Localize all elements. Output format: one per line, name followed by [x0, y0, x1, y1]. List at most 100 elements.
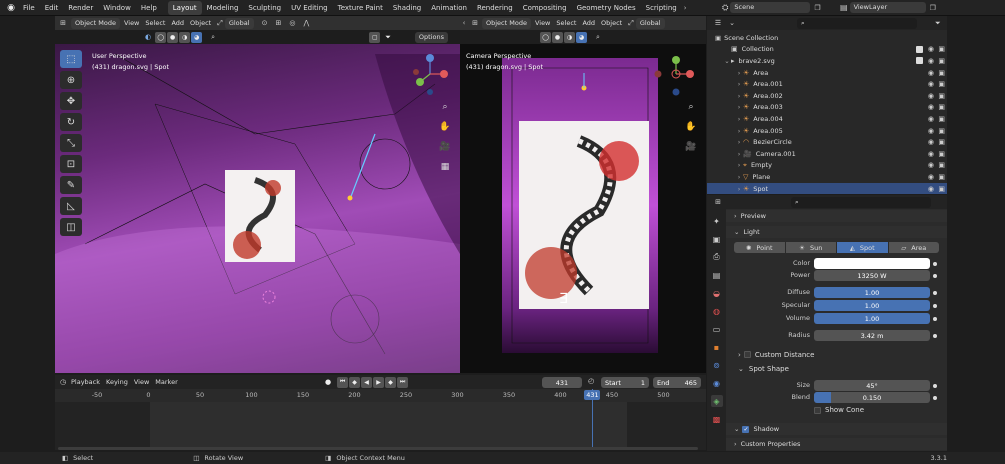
menu-object[interactable]: Object [601, 19, 622, 27]
blend-slider[interactable]: 0.150 [814, 392, 930, 403]
tool-tab-icon[interactable]: ✦ [711, 215, 723, 227]
render-camera-icon[interactable]: ▣ [938, 161, 945, 169]
shading-rendered-icon[interactable]: ◕ [576, 31, 587, 43]
blender-logo-icon[interactable]: ◉ [4, 3, 18, 13]
display-mode-icon[interactable]: ⌄ [725, 19, 739, 27]
tab-rendering[interactable]: Rendering [472, 1, 518, 15]
render-camera-icon[interactable]: ▣ [938, 115, 945, 123]
light-section[interactable]: ⌄ Light [726, 226, 947, 238]
current-frame-field[interactable]: 431 [542, 377, 582, 388]
tab-scripting[interactable]: Scripting [641, 1, 682, 15]
world-tab-icon[interactable]: ◍ [711, 305, 723, 317]
outliner-row-collection[interactable]: ▣ Collection ◉ ▣ [707, 44, 947, 56]
outliner-row-area[interactable]: › ☀ Area ◉ ▣ [707, 67, 947, 79]
chevron-right-icon[interactable]: › [735, 161, 743, 169]
ortho-grid-icon[interactable]: ▦ [438, 160, 452, 174]
transform-dropdown[interactable]: Global [635, 17, 665, 29]
light-type-area[interactable]: ▱ Area [888, 242, 939, 253]
shading-solid-icon[interactable]: ● [167, 31, 179, 43]
timeline-menu-view[interactable]: View [134, 378, 149, 386]
properties-search-input[interactable]: ⌕ [791, 196, 931, 208]
timeline-track[interactable] [55, 389, 706, 450]
preview-section[interactable]: › Preview [726, 210, 947, 222]
chevron-right-icon[interactable]: › [735, 138, 743, 146]
render-camera-icon[interactable]: ▣ [938, 138, 945, 146]
chevron-right-icon[interactable]: › [684, 4, 687, 12]
navigation-gizmo-right[interactable] [652, 52, 698, 96]
chevron-right-icon[interactable]: › [735, 69, 743, 77]
eye-icon[interactable]: ◉ [928, 57, 934, 65]
outliner-row-beziercircle[interactable]: › ◠ BezierCircle ◉ ▣ [707, 136, 947, 148]
copy-icon[interactable]: ❐ [930, 4, 936, 12]
jump-start-icon[interactable]: ⏮ [337, 376, 349, 388]
editor-type-icon[interactable]: ☰ [711, 19, 725, 27]
timeline-menu-marker[interactable]: Marker [155, 378, 177, 386]
editor-type-icon[interactable]: ⊞ [55, 19, 71, 27]
chevron-right-icon[interactable]: › [735, 127, 743, 135]
eye-icon[interactable]: ◉ [928, 173, 934, 181]
modifier-tab-icon[interactable]: ⊚ [711, 359, 723, 371]
view-layer-tab-icon[interactable]: ▤ [711, 269, 723, 281]
scale-tool-icon[interactable]: ⤡ [60, 134, 82, 152]
mode-dropdown[interactable]: Object Mode [71, 17, 120, 29]
menu-object[interactable]: Object [190, 19, 211, 27]
collection-tab-icon[interactable]: ▭ [711, 323, 723, 335]
chevron-right-icon[interactable]: › [735, 185, 743, 193]
chevron-right-icon[interactable]: › [735, 150, 743, 158]
eye-icon[interactable]: ◉ [928, 127, 934, 135]
transform-tool-icon[interactable]: ⊡ [60, 155, 82, 173]
shading-wireframe-icon[interactable]: ◯ [540, 31, 551, 43]
keyframe-dot[interactable] [933, 317, 937, 321]
chevron-right-icon[interactable]: › [735, 103, 743, 111]
select-box-tool-icon[interactable]: ⬚ [60, 50, 82, 68]
copy-icon[interactable]: ❐ [814, 4, 820, 12]
menu-window[interactable]: Window [98, 0, 136, 16]
scene-collection-row[interactable]: ▣ Scene Collection [707, 32, 947, 44]
eye-icon[interactable]: ◉ [928, 115, 934, 123]
gizmo-toggle-icon[interactable]: ◐ [145, 33, 151, 41]
scene-tab-icon[interactable]: ◒ [711, 287, 723, 299]
diffuse-field[interactable]: 1.00 [814, 287, 930, 298]
tab-animation[interactable]: Animation [426, 1, 472, 15]
snap-icon[interactable]: ⊞ [275, 19, 281, 27]
rotate-tool-icon[interactable]: ↻ [60, 113, 82, 131]
menu-edit[interactable]: Edit [40, 0, 64, 16]
render-tab-icon[interactable]: ▣ [711, 233, 723, 245]
outliner-row-area-004[interactable]: › ☀ Area.004 ◉ ▣ [707, 113, 947, 125]
render-camera-icon[interactable]: ▣ [938, 185, 945, 193]
keyframe-dot[interactable] [933, 262, 937, 266]
scene-selector[interactable]: ⛭ Scene ❐ [722, 2, 825, 13]
menu-add[interactable]: Add [582, 19, 595, 27]
specular-field[interactable]: 1.00 [814, 300, 930, 311]
menu-view[interactable]: View [124, 19, 139, 27]
light-type-spot[interactable]: ◭ Spot [837, 242, 888, 253]
outliner-row-area-005[interactable]: › ☀ Area.005 ◉ ▣ [707, 125, 947, 137]
custom-properties-section[interactable]: › Custom Properties [726, 438, 947, 450]
next-keyframe-icon[interactable]: ◆ [385, 376, 397, 388]
shading-solid-icon[interactable]: ● [552, 31, 563, 43]
light-data-tab-icon[interactable]: ◈ [710, 395, 723, 407]
dragon-image-plane[interactable] [225, 170, 295, 262]
tab-compositing[interactable]: Compositing [518, 1, 572, 15]
menu-file[interactable]: File [18, 0, 40, 16]
pan-hand-icon[interactable]: ✋ [684, 120, 698, 134]
zoom-icon[interactable]: ⌕ [684, 100, 698, 114]
tab-geometry-nodes[interactable]: Geometry Nodes [572, 1, 641, 15]
pivot-icon[interactable]: ⊙ [262, 19, 268, 27]
color-swatch[interactable] [814, 258, 930, 269]
end-frame-field[interactable]: End 465 [653, 377, 701, 388]
tab-modeling[interactable]: Modeling [202, 1, 244, 15]
include-checkbox[interactable] [916, 57, 923, 65]
filter-toggle[interactable]: ▢ [369, 31, 381, 43]
keyframe-dot[interactable] [933, 291, 937, 295]
eye-icon[interactable]: ◉ [928, 103, 934, 111]
render-camera-icon[interactable]: ▣ [938, 45, 945, 53]
eye-icon[interactable]: ◉ [928, 150, 934, 158]
keyframe-dot[interactable] [933, 274, 937, 278]
timeline-ruler[interactable]: -50 0 50 100 150 200 250 300 350 400 450 500 [55, 389, 706, 402]
editor-type-icon[interactable]: ⊞ [468, 19, 482, 27]
volume-field[interactable]: 1.00 [814, 313, 930, 324]
scroll-left-icon[interactable]: ‹ [460, 19, 468, 27]
chevron-right-icon[interactable]: ⌄ [723, 57, 731, 65]
proportional-edit-icon[interactable]: ◎ [289, 19, 295, 27]
